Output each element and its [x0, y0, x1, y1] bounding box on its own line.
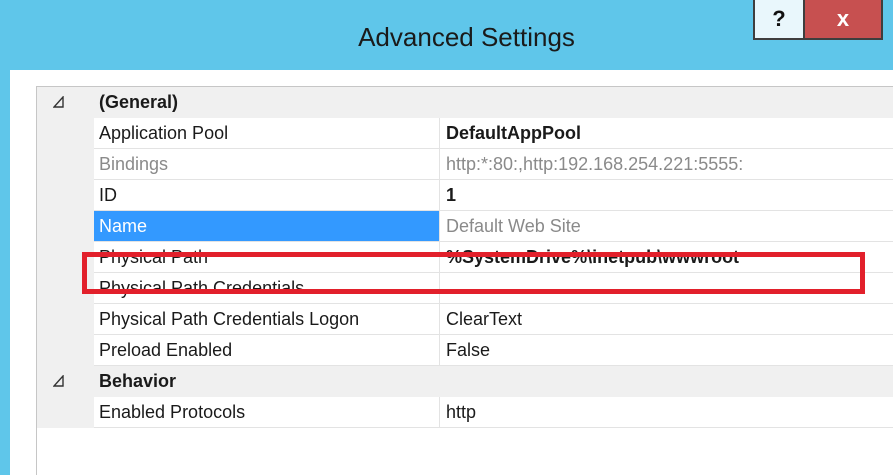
property-row-bindings[interactable]: Bindings http:*:80:,http:192.168.254.221… [37, 149, 893, 180]
property-name[interactable]: Bindings [94, 149, 440, 180]
row-gutter [37, 149, 94, 180]
row-gutter [37, 180, 94, 211]
category-behavior[interactable]: Behavior [37, 366, 893, 397]
property-row-enabled-protocols[interactable]: Enabled Protocols http [37, 397, 893, 428]
row-gutter [37, 211, 94, 242]
advanced-settings-window: Advanced Settings ? x (General) Applicat… [0, 0, 893, 475]
help-button[interactable]: ? [753, 0, 805, 40]
row-gutter [37, 304, 94, 335]
property-value[interactable]: http:*:80:,http:192.168.254.221:5555: [440, 149, 893, 180]
highlight-box [82, 252, 865, 294]
row-gutter [37, 118, 94, 149]
property-name[interactable]: Preload Enabled [94, 335, 440, 366]
property-value[interactable]: http [440, 397, 893, 428]
category-label: Behavior [99, 371, 177, 391]
property-value[interactable]: Default Web Site [440, 211, 893, 242]
title-bar[interactable]: Advanced Settings ? x [0, 0, 893, 70]
property-name[interactable]: Enabled Protocols [94, 397, 440, 428]
row-gutter [37, 335, 94, 366]
property-row-name[interactable]: Name Default Web Site [37, 211, 893, 242]
category-general[interactable]: (General) [37, 87, 893, 118]
property-value[interactable]: 1 [440, 180, 893, 211]
row-gutter [37, 397, 94, 428]
property-row-application-pool[interactable]: Application Pool DefaultAppPool [37, 118, 893, 149]
property-name[interactable]: Physical Path Credentials Logon [94, 304, 440, 335]
property-name-selected[interactable]: Name [94, 211, 440, 242]
property-row-preload-enabled[interactable]: Preload Enabled False [37, 335, 893, 366]
close-button[interactable]: x [805, 0, 883, 40]
collapse-triangle-icon[interactable] [53, 96, 65, 108]
property-value[interactable]: DefaultAppPool [440, 118, 893, 149]
property-row-physical-path-credentials-logon[interactable]: Physical Path Credentials Logon ClearTex… [37, 304, 893, 335]
property-value[interactable]: ClearText [440, 304, 893, 335]
property-name[interactable]: Application Pool [94, 118, 440, 149]
property-name[interactable]: ID [94, 180, 440, 211]
collapse-triangle-icon[interactable] [53, 375, 65, 387]
property-row-id[interactable]: ID 1 [37, 180, 893, 211]
category-label: (General) [99, 92, 179, 112]
property-value[interactable]: False [440, 335, 893, 366]
